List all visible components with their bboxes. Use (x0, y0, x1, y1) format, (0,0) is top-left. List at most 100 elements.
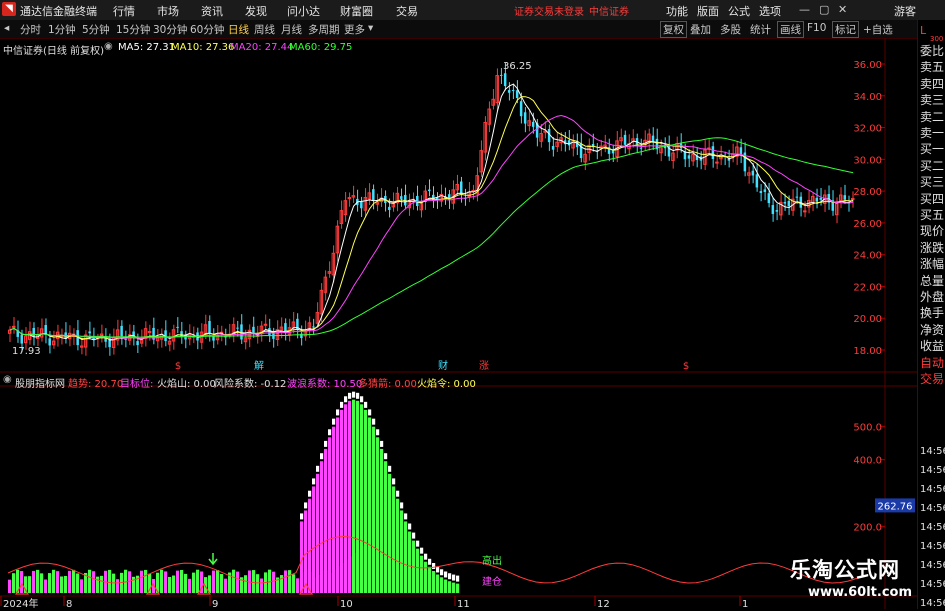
more-dropdown-icon[interactable]: ▾ (368, 22, 373, 34)
indicator-bar (260, 578, 264, 593)
period-monthly[interactable]: 月线 (281, 22, 302, 37)
period-more[interactable]: 更多 (344, 22, 365, 37)
indicator-bar (424, 561, 428, 593)
quote-field-label[interactable]: 买二 (920, 159, 945, 173)
menu-layout[interactable]: 版面 (697, 3, 719, 19)
quote-field-label[interactable]: 总量 (920, 274, 945, 288)
period-daily[interactable]: 日线 (228, 22, 249, 37)
user-guest[interactable]: 游客 (894, 3, 916, 19)
quote-field-label[interactable]: 净资 (920, 323, 945, 337)
period-multi[interactable]: 多周期 (308, 22, 340, 37)
quote-field-label[interactable]: 买五 (920, 208, 945, 222)
candle-body (136, 341, 139, 346)
f10-button[interactable]: F10 (807, 22, 826, 34)
indicator-bar (452, 582, 456, 593)
event-marker: 解 (254, 359, 264, 372)
candle-body (428, 189, 431, 192)
mark-button[interactable]: 标记 (832, 21, 859, 38)
indicator-bar (40, 573, 44, 593)
indicator-bar (360, 404, 364, 593)
indicator-bar (432, 571, 436, 593)
quote-field-label[interactable]: 自动 (920, 356, 945, 370)
quote-field-label[interactable]: 委比 (920, 44, 945, 58)
quote-field-label[interactable]: 买一 (920, 142, 945, 156)
overlay-button[interactable]: 叠加 (690, 22, 711, 37)
settings-dot-icon[interactable]: ◉ (3, 374, 12, 385)
flame-mountain-value: 火焰山: 0.00 (157, 379, 216, 390)
kline-chart[interactable]: 36.00 34.00 32.00 30.00 28.00 26.00 24.00 22.00… (0, 38, 917, 609)
menu-wealth[interactable]: 财富圈 (340, 3, 373, 19)
menu-quotes[interactable]: 行情 (113, 3, 135, 19)
menu-trade[interactable]: 交易 (396, 3, 418, 19)
minimize-icon[interactable]: — (799, 3, 810, 16)
draw-button[interactable]: 画线 (777, 21, 804, 38)
quote-field-label[interactable]: 收益 (920, 339, 945, 353)
quote-field-label[interactable]: 交易 (920, 372, 945, 386)
indicator-cap (432, 563, 436, 570)
adjust-button[interactable]: 复权 (660, 21, 687, 38)
period-weekly[interactable]: 周线 (254, 22, 275, 37)
quote-field-label[interactable]: 外盘 (920, 290, 945, 304)
menu-formula[interactable]: 公式 (728, 3, 750, 19)
close-icon[interactable]: ✕ (838, 3, 847, 16)
quote-field-label[interactable]: 卖五 (920, 60, 945, 74)
period-15min[interactable]: 15分钟 (116, 22, 150, 37)
indicator-cap (364, 401, 368, 408)
quote-field-label[interactable]: 买四 (920, 192, 945, 206)
menu-function[interactable]: 功能 (666, 3, 688, 19)
indicator-bar (232, 569, 236, 593)
stats-button[interactable]: 统计 (750, 22, 771, 37)
candle-body (515, 90, 519, 99)
period-intraday[interactable]: 分时 (20, 22, 41, 37)
menu-news[interactable]: 资讯 (201, 3, 223, 19)
maximize-icon[interactable]: ▢ (819, 3, 829, 16)
candle-body (212, 336, 215, 341)
candle-body (20, 334, 23, 344)
tick-time: 14:56 (920, 446, 945, 457)
quote-field-label[interactable]: 涨跌 (920, 241, 945, 255)
period-30min[interactable]: 30分钟 (153, 22, 187, 37)
menu-market[interactable]: 市场 (157, 3, 179, 19)
indicator-bar (160, 569, 164, 593)
menu-discover[interactable]: 发现 (245, 3, 267, 19)
menu-options[interactable]: 选项 (759, 3, 781, 19)
candle-body (147, 330, 152, 333)
multi-stock-button[interactable]: 多股 (720, 22, 741, 37)
candle-body (511, 89, 515, 91)
candle-body (48, 338, 51, 346)
indicator-cap (348, 392, 352, 399)
settings-dot-icon[interactable]: ◉ (104, 41, 113, 52)
quote-field-label[interactable]: 卖一 (920, 126, 945, 140)
indicator-cap (380, 440, 384, 447)
quote-field-label[interactable]: 卖三 (920, 93, 945, 107)
quote-field-label[interactable]: 现价 (920, 224, 945, 238)
menu-ask[interactable]: 问小达 (287, 3, 320, 19)
event-marker: 涨 (479, 360, 489, 372)
indicator-bar (448, 581, 452, 593)
left-arrow-icon[interactable]: ◂ (4, 22, 9, 34)
quote-field-label[interactable]: 买三 (920, 175, 945, 189)
candle-body (519, 101, 523, 117)
quote-field-label[interactable]: 涨幅 (920, 257, 945, 271)
quote-field-label[interactable]: 卖四 (920, 77, 945, 91)
period-1min[interactable]: 1分钟 (48, 22, 76, 37)
price-tick-label: 34.00 (853, 92, 882, 103)
indicator-bar (328, 437, 332, 593)
period-5min[interactable]: 5分钟 (82, 22, 110, 37)
sell-signal-label: 高出 (482, 554, 502, 567)
candle-body (715, 161, 719, 164)
indicator-cap (448, 573, 452, 580)
broker-name[interactable]: 中信证券 (589, 3, 629, 18)
indicator-bar (364, 409, 368, 593)
candle-body (499, 74, 503, 76)
period-60min[interactable]: 60分钟 (190, 22, 224, 37)
stock-name[interactable]: 中信证券(日线 前复权) (3, 42, 104, 57)
quote-field-label[interactable]: 换手 (920, 306, 945, 320)
quote-field-label[interactable]: 卖二 (920, 110, 945, 124)
login-notice[interactable]: 证券交易未登录 (514, 3, 584, 18)
add-watchlist-button[interactable]: +自选 (863, 22, 893, 37)
indicator-cap (304, 502, 308, 509)
candle-body (208, 321, 211, 334)
indicator-bar (352, 399, 356, 593)
indicator-name[interactable]: 股朋指标网 (15, 375, 65, 390)
